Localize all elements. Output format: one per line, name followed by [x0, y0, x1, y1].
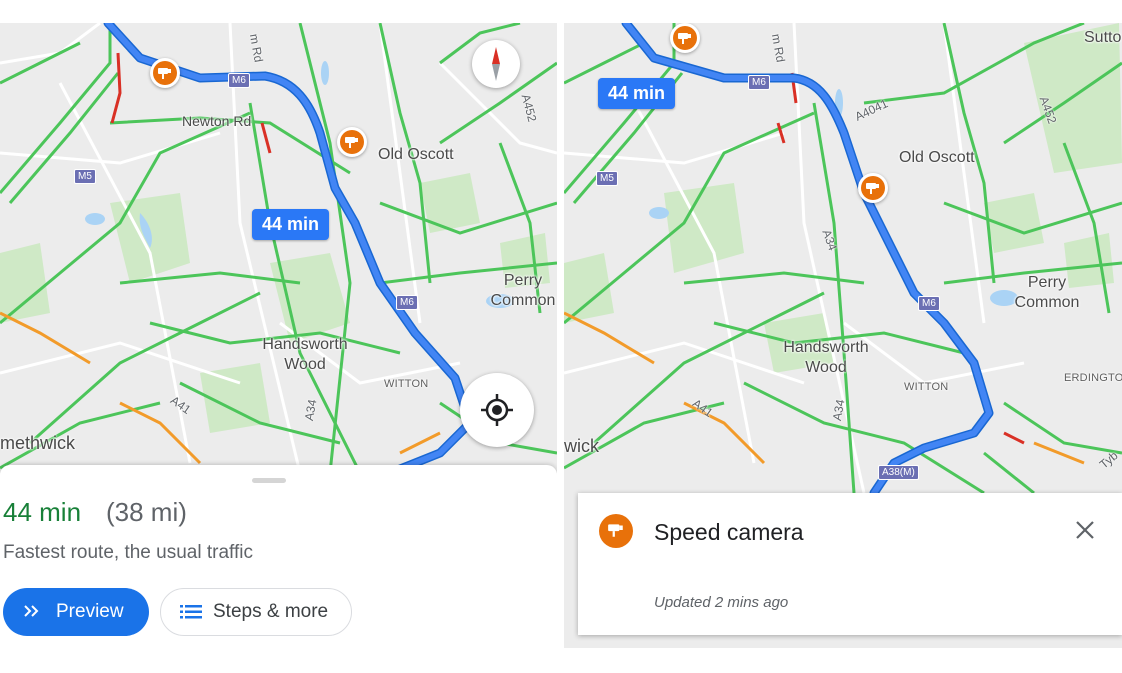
place-label-smethwick: wick [564, 436, 599, 456]
eta-badge[interactable]: 44 min [252, 209, 330, 240]
preview-label: Preview [56, 601, 124, 622]
place-label-old-oscott: Old Oscott [378, 146, 454, 163]
place-label-erdington: ERDINGTO [1064, 372, 1122, 384]
eta-badge[interactable]: 44 min [598, 78, 676, 109]
place-label-smethwick: methwick [0, 433, 76, 453]
route-distance: (38 mi) [106, 497, 187, 527]
place-label-perry-common: Perry Common [1014, 274, 1080, 311]
route-duration: 44 min [3, 497, 82, 527]
place-label-witton: WITTON [904, 381, 949, 393]
road-shield-m6: M6 [228, 73, 250, 88]
place-label-sutton: Sutto [1084, 29, 1122, 46]
road-shield-m5: M5 [596, 171, 618, 186]
speed-camera-icon [345, 137, 358, 148]
close-icon[interactable] [1074, 519, 1096, 541]
road-shield-m6: M6 [748, 75, 770, 90]
card-updated-time: Updated 2 mins ago [654, 594, 789, 611]
road-shield-a38m: A38(M) [878, 465, 919, 480]
right-screen: M6 M5 M6 A38(M) A4041 A452 A34 A34 A41 m… [564, 0, 1122, 673]
card-title: Speed camera [654, 519, 804, 545]
speed-camera-card: Speed camera Updated 2 mins ago [578, 493, 1122, 635]
place-label-newton-rd: Newton Rd [182, 113, 252, 129]
road-shield-m5: M5 [74, 169, 96, 184]
place-label-perry-common: Perry Common [490, 272, 556, 309]
preview-button[interactable]: Preview [3, 588, 149, 636]
speed-camera-pin-selected[interactable] [858, 173, 888, 203]
route-bottom-sheet[interactable]: 44 min (38 mi) Fastest route, the usual … [0, 465, 557, 673]
compass-icon [492, 47, 500, 81]
road-shield-m6: M6 [396, 295, 418, 310]
road-shield-m6: M6 [918, 296, 940, 311]
list-icon [180, 605, 202, 619]
place-label-handsworth-wood: Handsworth Wood [262, 336, 348, 373]
speed-camera-pin[interactable] [150, 58, 180, 88]
left-screen: M6 M5 M6 A452 A41 A34 m Rd Newton Rd Old… [0, 0, 557, 673]
speed-camera-pin[interactable] [337, 127, 367, 157]
map-view[interactable]: M6 M5 M6 A38(M) A4041 A452 A34 A34 A41 m… [564, 23, 1122, 648]
my-location-button[interactable] [460, 373, 534, 447]
speed-camera-icon [866, 183, 879, 194]
compass-button[interactable] [472, 40, 520, 88]
my-location-icon [481, 394, 513, 426]
drag-handle[interactable] [252, 478, 286, 483]
steps-and-more-label: Steps & more [213, 601, 329, 622]
route-description: Fastest route, the usual traffic [3, 542, 253, 563]
map-view[interactable]: M6 M5 M6 A452 A41 A34 m Rd Newton Rd Old… [0, 23, 557, 473]
double-chevron-icon [24, 605, 39, 617]
speed-camera-icon [678, 33, 691, 44]
place-label-handsworth-wood: Handsworth Wood [783, 339, 869, 376]
speed-camera-icon [158, 68, 171, 79]
place-label-witton: WITTON [384, 378, 429, 390]
speed-camera-pin[interactable] [670, 23, 700, 53]
steps-and-more-button[interactable]: Steps & more [160, 588, 352, 636]
place-label-old-oscott: Old Oscott [899, 149, 975, 166]
speed-camera-icon [599, 514, 633, 548]
